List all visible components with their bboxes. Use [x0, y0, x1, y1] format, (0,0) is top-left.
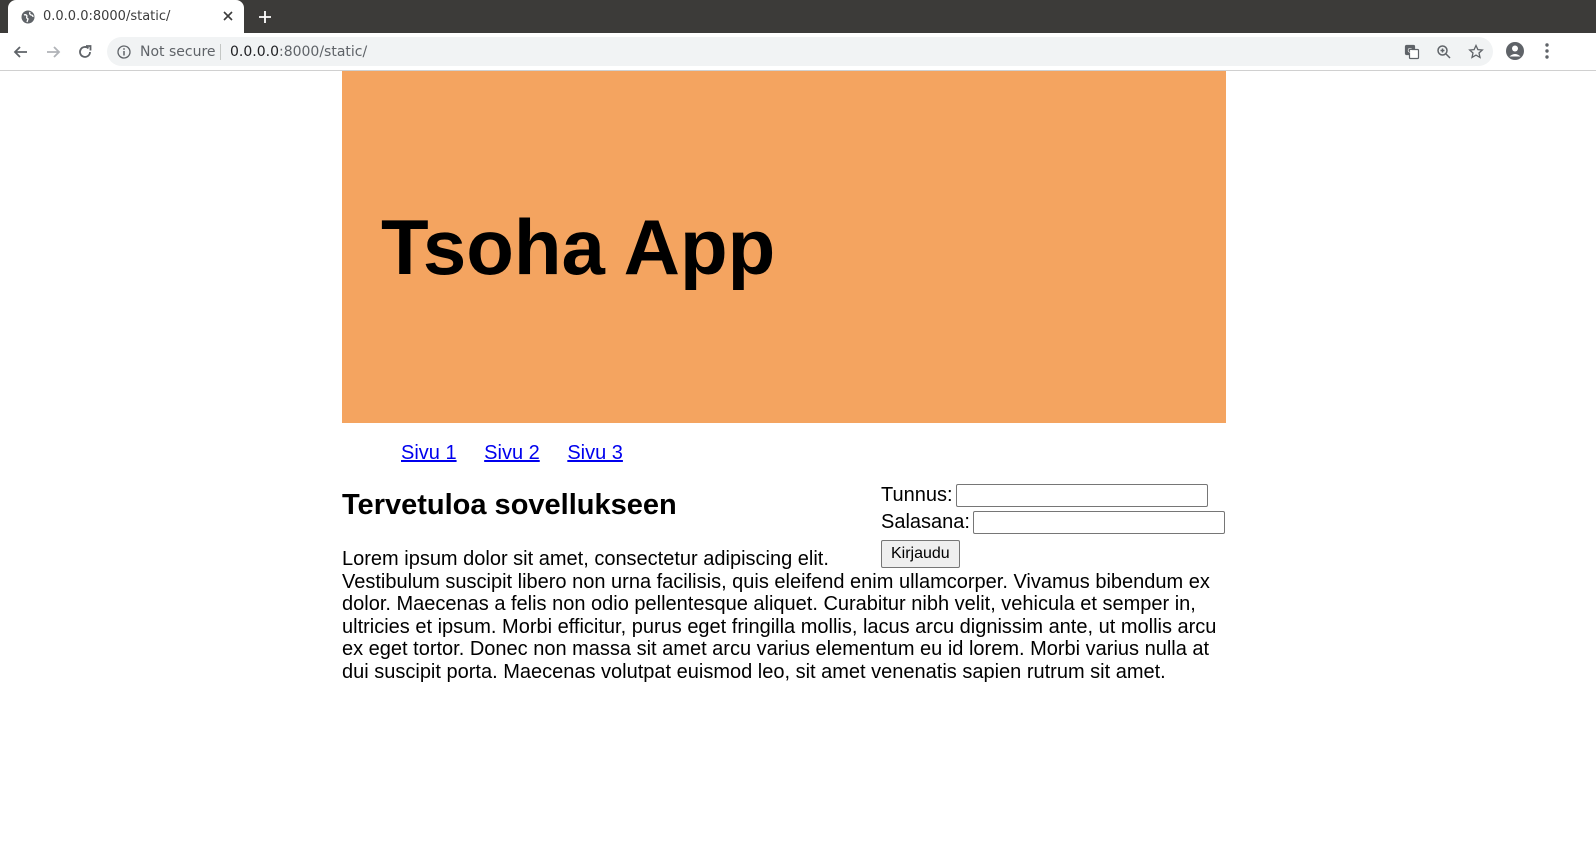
- nav-link-sivu-3[interactable]: Sivu 3: [567, 442, 623, 464]
- omnibox-divider: [220, 44, 221, 60]
- globe-icon: [21, 10, 35, 24]
- body-text: Lorem ipsum dolor sit amet, consectetur …: [342, 548, 1226, 684]
- translate-icon[interactable]: G: [1404, 44, 1420, 60]
- username-field[interactable]: [955, 484, 1208, 508]
- nav-link-sivu-2[interactable]: Sivu 2: [484, 442, 540, 464]
- username-row: Tunnus:: [881, 484, 1226, 511]
- password-field[interactable]: [972, 511, 1225, 535]
- security-status[interactable]: Not secure: [140, 44, 216, 60]
- header-banner: Tsoha App: [342, 71, 1226, 423]
- info-icon[interactable]: [117, 45, 131, 59]
- body-text-line-1: Lorem ipsum dolor sit amet, consectetur …: [342, 548, 829, 570]
- new-tab-icon[interactable]: [257, 9, 273, 25]
- password-label: Salasana:: [881, 511, 970, 534]
- username-label: Tunnus:: [881, 484, 953, 507]
- zoom-icon[interactable]: [1436, 44, 1452, 60]
- back-arrow-icon[interactable]: [11, 42, 31, 62]
- page-content: Tsoha App Sivu 1 Sivu 2 Sivu 3 Tervetulo…: [342, 71, 1226, 683]
- account-icon[interactable]: [1505, 41, 1525, 61]
- tab-strip: 0.0.0.0:8000/static/: [0, 0, 1596, 33]
- reload-icon[interactable]: [75, 42, 95, 62]
- app-title: Tsoha App: [381, 203, 776, 291]
- password-row: Salasana:: [881, 511, 1226, 538]
- forward-arrow-icon[interactable]: [43, 42, 63, 62]
- url-host: 0.0.0.0: [230, 44, 279, 60]
- nav-link-sivu-1[interactable]: Sivu 1: [401, 442, 457, 464]
- body-text-rest: Vestibulum suscipit libero non urna faci…: [342, 570, 1217, 683]
- login-button[interactable]: Kirjaudu: [881, 540, 960, 568]
- bookmark-star-icon[interactable]: [1468, 44, 1484, 60]
- tab-title: 0.0.0.0:8000/static/: [43, 9, 171, 24]
- menu-icon[interactable]: [1537, 41, 1557, 61]
- url-text[interactable]: 0.0.0.0:8000/static/: [230, 44, 367, 60]
- svg-text:G: G: [1408, 48, 1413, 55]
- close-icon[interactable]: [221, 9, 235, 23]
- login-form: Tunnus: Salasana: Kirjaudu: [881, 484, 1226, 568]
- browser-toolbar: Not secure 0.0.0.0:8000/static/ G: [0, 33, 1596, 71]
- nav-links: Sivu 1 Sivu 2 Sivu 3: [401, 442, 645, 465]
- browser-tab[interactable]: 0.0.0.0:8000/static/: [8, 0, 244, 33]
- address-bar[interactable]: Not secure 0.0.0.0:8000/static/ G: [107, 37, 1493, 66]
- url-path: :8000/static/: [278, 44, 368, 60]
- page-heading: Tervetuloa sovellukseen: [342, 489, 677, 521]
